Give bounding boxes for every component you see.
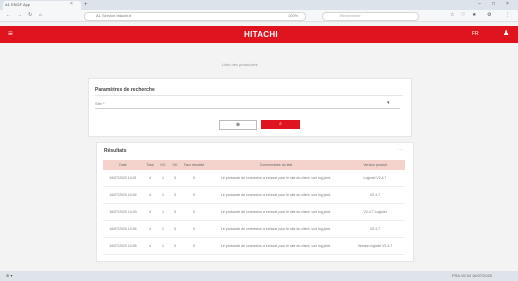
cell-date: 16/07/2020 14:02 <box>103 186 143 204</box>
new-tab-icon[interactable]: + <box>84 2 88 8</box>
browser-tab-title: A1 ENGF App <box>5 2 31 7</box>
cell-rate: 0 <box>181 186 207 204</box>
more-options-icon[interactable]: ⋯ <box>398 147 403 153</box>
cell-total: 4 <box>143 186 157 204</box>
forward-icon[interactable]: → <box>17 12 22 18</box>
cell-version: V2.4.7 <box>345 186 405 204</box>
language-selector[interactable]: FR <box>472 31 479 37</box>
cell-total: 4 <box>143 237 157 255</box>
home-icon[interactable]: ⌂ <box>39 12 42 18</box>
minimize-icon[interactable]: – <box>478 1 481 7</box>
cell-ok: 3 <box>169 170 181 187</box>
results-table: Date Total KO OK Taux réussite Commentai… <box>103 160 405 255</box>
column-header-version[interactable]: Version produit <box>345 160 405 170</box>
cell-rate: 0 <box>181 170 207 187</box>
breadcrumb: Liste des protocoles <box>222 62 258 67</box>
cell-version: V2.4.7 <box>345 220 405 238</box>
params-title: Paramètres de recherche <box>95 87 155 93</box>
browser-search-bar[interactable] <box>322 12 419 21</box>
taskbar <box>0 271 518 281</box>
column-header-ok[interactable]: OK <box>169 160 181 170</box>
cell-ok: 3 <box>169 186 181 204</box>
results-title: Résultats <box>104 148 127 154</box>
cell-ok: 3 <box>169 220 181 238</box>
taskbar-left[interactable]: ⊕ ▾ <box>6 273 12 278</box>
cell-comment: Le protocole de connexion a échoué pour … <box>207 220 345 238</box>
chevron-down-icon[interactable]: ▾ <box>387 100 390 106</box>
cell-ko: 1 <box>157 186 169 204</box>
cell-date: 16/07/2020 14:04 <box>103 220 143 238</box>
cell-ok: 3 <box>169 237 181 255</box>
cell-comment: Le protocole de connexion a échoué pour … <box>207 186 345 204</box>
cell-comment: Le protocole de connexion a échoué pour … <box>207 237 345 255</box>
column-header-rate[interactable]: Taux réussite <box>181 160 207 170</box>
cell-version: V2.4.7 Logiciel <box>345 203 405 221</box>
cell-ko: 1 <box>157 220 169 238</box>
table-row[interactable]: 16/07/2020 14:01 4 1 3 0 Le protocole de… <box>103 170 405 187</box>
cell-ko: 1 <box>157 237 169 255</box>
column-header-total[interactable]: Total <box>143 160 157 170</box>
url-text: A1 Service.hitachi.fr <box>96 13 132 18</box>
column-header-comment[interactable]: Commentaire du test <box>207 160 345 170</box>
cell-rate: 0 <box>181 220 207 238</box>
column-header-date[interactable]: Date <box>103 160 143 170</box>
user-icon[interactable]: ♟ <box>503 29 509 38</box>
search-button[interactable]: ⌕ <box>261 120 300 129</box>
table-row[interactable]: 16/07/2020 14:03 4 1 3 0 Le protocole de… <box>103 203 405 221</box>
cell-total: 4 <box>143 203 157 221</box>
cell-date: 16/07/2020 14:03 <box>103 203 143 221</box>
cell-ko: 1 <box>157 170 169 187</box>
taskbar-clock: FRA 10:34 16/07/2020 <box>452 273 493 278</box>
favorites-icon[interactable]: ♡ <box>461 12 465 18</box>
cell-date: 16/07/2020 14:01 <box>103 170 143 187</box>
settings-icon[interactable]: ⚙ <box>487 12 491 18</box>
reload-icon[interactable]: ↻ <box>28 12 32 18</box>
maximize-icon[interactable]: □ <box>492 1 495 7</box>
back-icon[interactable]: ← <box>6 12 11 18</box>
cell-version: Version logiciel V2.4.7 <box>345 237 405 255</box>
bookmark-icon[interactable]: ☆ <box>450 12 454 18</box>
hamburger-menu-icon[interactable]: ≡ <box>8 29 13 39</box>
zoom-level: 100% <box>288 13 299 18</box>
table-header-row: Date Total KO OK Taux réussite Commentai… <box>103 160 405 170</box>
cell-ok: 3 <box>169 203 181 221</box>
table-row[interactable]: 16/07/2020 14:04 4 1 3 0 Le protocole de… <box>103 220 405 238</box>
divider <box>95 95 403 96</box>
cell-total: 4 <box>143 170 157 187</box>
cell-rate: 0 <box>181 203 207 221</box>
site-field-label: Site * <box>95 101 105 106</box>
tab-close-icon[interactable]: × <box>70 2 73 7</box>
cell-rate: 0 <box>181 237 207 255</box>
cell-total: 4 <box>143 220 157 238</box>
more-menu-icon[interactable]: ⋮ <box>505 12 510 18</box>
cell-ko: 1 <box>157 203 169 221</box>
collections-icon[interactable]: ★ <box>472 12 476 18</box>
cell-date: 16/07/2020 14:05 <box>103 237 143 255</box>
clear-button[interactable]: ⊗ <box>219 120 257 130</box>
site-select-field[interactable] <box>95 108 400 109</box>
column-header-ko[interactable]: KO <box>157 160 169 170</box>
cell-version: Logiciel V2.4.7 <box>345 170 405 187</box>
table-row[interactable]: 16/07/2020 14:02 4 1 3 0 Le protocole de… <box>103 186 405 204</box>
browser-search-placeholder: Rechercher <box>340 13 361 18</box>
cell-comment: Le protocole de connexion a échoué pour … <box>207 170 345 187</box>
window-close-icon[interactable]: × <box>506 1 509 7</box>
cell-comment: Le protocole de connexion a échoué pour … <box>207 203 345 221</box>
brand-logo: HITACHI <box>244 30 278 39</box>
table-row[interactable]: 16/07/2020 14:05 4 1 3 0 Le protocole de… <box>103 237 405 255</box>
